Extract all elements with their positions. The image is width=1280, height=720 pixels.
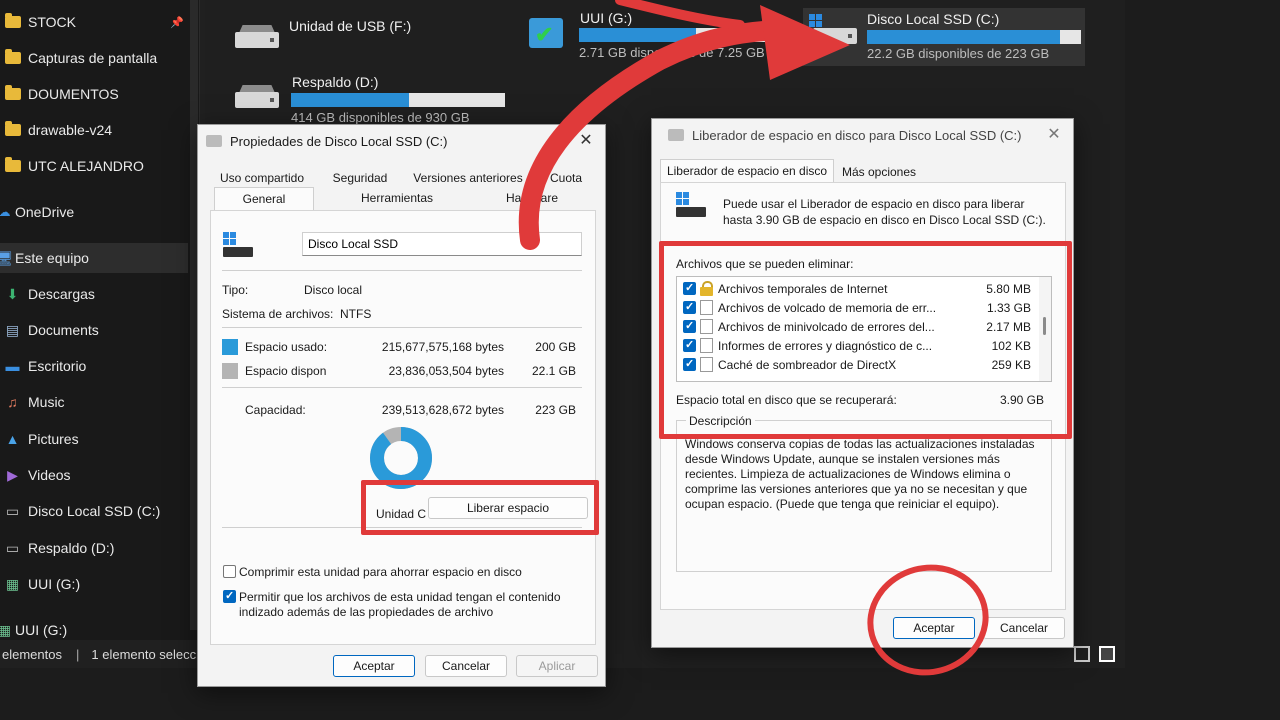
annotation-circle: [867, 564, 989, 676]
annotation-overlay: [518, 0, 989, 676]
annotation-arrow-tail: [615, 0, 745, 30]
annotation-arrowhead: [760, 5, 850, 80]
annotation-arrow-shaft: [518, 20, 800, 250]
